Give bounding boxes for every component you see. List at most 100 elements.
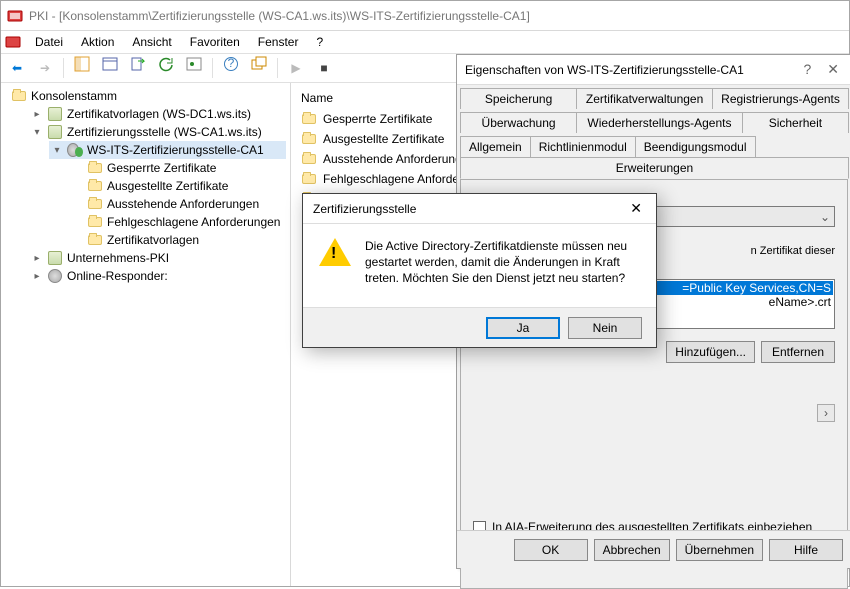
- list-item-label: Ausstehende Anforderungen: [323, 152, 475, 166]
- tab-zertifikatverwaltungen[interactable]: Zertifikatverwaltungen: [576, 88, 713, 109]
- properties-title: Eigenschaften von WS-ITS-Zertifizierungs…: [465, 63, 744, 77]
- scroll-right-icon[interactable]: ›: [817, 404, 835, 422]
- tab-ueberwachung[interactable]: Überwachung: [460, 112, 577, 133]
- tree-item-label: Unternehmens-PKI: [67, 251, 169, 265]
- menu-ansicht[interactable]: Ansicht: [124, 33, 179, 51]
- tree-item-label: Fehlgeschlagene Anforderungen: [107, 215, 280, 229]
- show-hide-tree-icon[interactable]: [70, 56, 94, 80]
- apply-button[interactable]: Übernehmen: [676, 539, 763, 561]
- tree-item-label: Zertifikatvorlagen: [107, 233, 199, 247]
- chevron-down-icon: ⌄: [820, 210, 830, 224]
- collapse-icon[interactable]: ▾: [51, 145, 63, 156]
- menu-datei[interactable]: Datei: [27, 33, 71, 51]
- tree-root-label: Konsolenstamm: [31, 89, 117, 103]
- tree-item-cert-templates[interactable]: Zertifikatvorlagen: [69, 231, 286, 249]
- new-window-icon[interactable]: [247, 56, 271, 80]
- tree-item-templates[interactable]: ▸ Zertifikatvorlagen (WS-DC1.ws.its): [29, 105, 286, 123]
- svg-text:?: ?: [228, 56, 235, 70]
- tree-root[interactable]: Konsolenstamm: [9, 87, 286, 105]
- tree-pane: Konsolenstamm ▸ Zertifikatvorlagen (WS-D…: [1, 83, 291, 586]
- tree-item-label: Online-Responder:: [67, 269, 168, 283]
- collapse-icon[interactable]: ▾: [31, 127, 43, 138]
- tree-item-ca1-selected[interactable]: ▾ WS-ITS-Zertifizierungsstelle-CA1: [49, 141, 286, 159]
- yes-button[interactable]: Ja: [486, 317, 560, 339]
- tab-allgemein[interactable]: Allgemein: [460, 136, 531, 157]
- tab-sicherheit[interactable]: Sicherheit: [742, 112, 849, 133]
- options-icon[interactable]: [182, 56, 206, 80]
- modal-title: Zertifizierungsstelle: [313, 202, 416, 216]
- refresh-icon[interactable]: [154, 56, 178, 80]
- remove-button[interactable]: Entfernen: [761, 341, 835, 363]
- console-root-icon: [11, 88, 27, 104]
- ok-button[interactable]: OK: [514, 539, 588, 561]
- titlebar: PKI - [Konsolenstamm\Zertifizierungsstel…: [1, 1, 849, 31]
- menu-fenster[interactable]: Fenster: [250, 33, 307, 51]
- tree-item-pending[interactable]: Ausstehende Anforderungen: [69, 195, 286, 213]
- expand-icon[interactable]: ▸: [31, 253, 43, 264]
- menu-aktion[interactable]: Aktion: [73, 33, 122, 51]
- tree-item-enterprise-pki[interactable]: ▸ Unternehmens-PKI: [29, 249, 286, 267]
- tab-richtlinienmodul[interactable]: Richtlinienmodul: [530, 136, 636, 157]
- app-icon: [7, 8, 23, 24]
- tabs-row1: Speicherung Zertifikatverwaltungen Regis…: [457, 85, 850, 109]
- properties-icon[interactable]: [98, 56, 122, 80]
- tree-item-label: Zertifizierungsstelle (WS-CA1.ws.its): [67, 125, 262, 139]
- tree-item-online-responder[interactable]: ▸ Online-Responder:: [29, 267, 286, 285]
- tree-item-label: Gesperrte Zertifikate: [107, 161, 216, 175]
- folder-icon: [301, 131, 317, 147]
- list-item-label: Ausgestellte Zertifikate: [323, 132, 444, 146]
- folder-icon: [87, 196, 103, 212]
- ca-icon: [47, 124, 63, 140]
- help-footer-button[interactable]: Hilfe: [769, 539, 843, 561]
- cert-template-icon: [47, 106, 63, 122]
- modal-message: Die Active Directory-Zertifikatdienste m…: [365, 238, 640, 287]
- stop-icon[interactable]: ■: [312, 56, 336, 80]
- folder-icon: [301, 171, 317, 187]
- tab-beendigungsmodul[interactable]: Beendigungsmodul: [635, 136, 756, 157]
- tab-erweiterungen-active[interactable]: Erweiterungen: [460, 157, 849, 179]
- tab-speicherung[interactable]: Speicherung: [460, 88, 577, 109]
- window-title: PKI - [Konsolenstamm\Zertifizierungsstel…: [29, 9, 530, 23]
- restart-confirm-dialog: Zertifizierungsstelle ✕ Die Active Direc…: [302, 193, 657, 348]
- add-button[interactable]: Hinzufügen...: [666, 341, 755, 363]
- menubar: Datei Aktion Ansicht Favoriten Fenster ?: [1, 31, 849, 53]
- tree-item-issued[interactable]: Ausgestellte Zertifikate: [69, 177, 286, 195]
- folder-icon: [87, 160, 103, 176]
- expand-icon[interactable]: ▸: [31, 271, 43, 282]
- export-list-icon[interactable]: [126, 56, 150, 80]
- menu-favoriten[interactable]: Favoriten: [182, 33, 248, 51]
- help-button[interactable]: ?: [799, 61, 815, 78]
- app-icon-small: [5, 34, 21, 50]
- server-ok-icon: [67, 142, 83, 158]
- tab-registrierungs-agents[interactable]: Registrierungs-Agents: [712, 88, 849, 109]
- tree-item-label: Ausstehende Anforderungen: [107, 197, 259, 211]
- folder-icon: [301, 151, 317, 167]
- close-button[interactable]: ✕: [823, 61, 843, 78]
- menu-help[interactable]: ?: [308, 33, 331, 51]
- folder-icon: [301, 111, 317, 127]
- responder-icon: [47, 268, 63, 284]
- properties-footer: OK Abbrechen Übernehmen Hilfe: [457, 530, 850, 568]
- folder-icon: [87, 214, 103, 230]
- folder-icon: [87, 178, 103, 194]
- folder-icon: [87, 232, 103, 248]
- tree-item-failed[interactable]: Fehlgeschlagene Anforderungen: [69, 213, 286, 231]
- nav-fwd-icon: ➔: [33, 56, 57, 80]
- tree-item-label: Zertifikatvorlagen (WS-DC1.ws.its): [67, 107, 251, 121]
- cancel-button[interactable]: Abbrechen: [594, 539, 670, 561]
- expand-icon[interactable]: ▸: [31, 109, 43, 120]
- tab-wiederherstellungs-agents[interactable]: Wiederherstellungs-Agents: [576, 112, 743, 133]
- enterprise-pki-icon: [47, 250, 63, 266]
- nav-back-icon[interactable]: ⬅: [5, 56, 29, 80]
- close-icon[interactable]: ✕: [626, 200, 646, 217]
- tree-item-revoked[interactable]: Gesperrte Zertifikate: [69, 159, 286, 177]
- play-icon[interactable]: ▶: [284, 56, 308, 80]
- help-icon[interactable]: ?: [219, 56, 243, 80]
- tree-item-label: Ausgestellte Zertifikate: [107, 179, 228, 193]
- no-button[interactable]: Nein: [568, 317, 642, 339]
- list-item-label: Gesperrte Zertifikate: [323, 112, 432, 126]
- tree-item-ca[interactable]: ▾ Zertifizierungsstelle (WS-CA1.ws.its): [29, 123, 286, 141]
- tree-item-label: WS-ITS-Zertifizierungsstelle-CA1: [87, 143, 264, 157]
- tabs-row2: Überwachung Wiederherstellungs-Agents Si…: [457, 109, 850, 133]
- warning-icon: [319, 238, 351, 270]
